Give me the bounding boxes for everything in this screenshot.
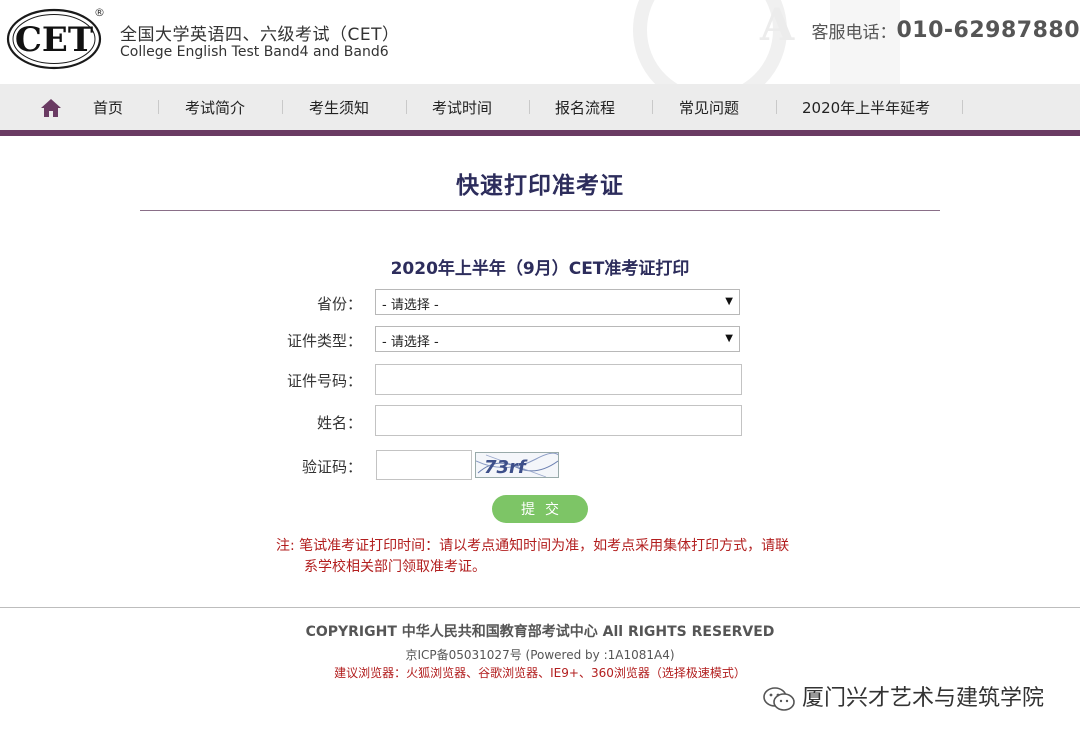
captcha-text: 73rf bbox=[484, 457, 528, 478]
browser-recommendation: 建议浏览器：火狐浏览器、谷歌浏览器、IE9+、360浏览器（选择极速模式） bbox=[334, 666, 746, 680]
registered-mark: ® bbox=[94, 6, 105, 19]
home-icon[interactable] bbox=[40, 98, 62, 118]
copyright: COPYRIGHT 中华人民共和国教育部考试中心 All RIGHTS RESE… bbox=[305, 624, 775, 640]
phone-number: 010-62987880 bbox=[896, 18, 1080, 43]
note-line-1: 注: 笔试准考证打印时间：请以考点通知时间为准，如考点采用集体打印方式，请联 bbox=[276, 538, 790, 554]
id-number-input[interactable] bbox=[375, 364, 742, 395]
customer-service-phone: 客服电话：010-62987880 bbox=[811, 18, 1080, 43]
nav-item-exam-time[interactable]: 考试时间 bbox=[432, 97, 492, 118]
nav-separator bbox=[652, 100, 653, 114]
site-subtitle: College English Test Band4 and Band6 bbox=[120, 44, 389, 60]
watermark-text: 厦门兴才艺术与建筑学院 bbox=[801, 686, 1044, 711]
nav-separator bbox=[406, 100, 407, 114]
phone-label: 客服电话： bbox=[811, 23, 897, 43]
nav-item-home[interactable]: 首页 bbox=[93, 97, 123, 118]
icp-record: 京ICP备05031027号 (Powered by :1A1081A4) bbox=[405, 648, 675, 662]
dropdown-arrow-icon: ▼ bbox=[725, 296, 733, 307]
nav-separator bbox=[158, 100, 159, 114]
province-select-value: - 请选择 - bbox=[382, 298, 439, 313]
captcha-noise: 73rf bbox=[476, 453, 558, 478]
wechat-icon bbox=[763, 687, 795, 711]
id-type-label: 证件类型： bbox=[286, 332, 362, 350]
cet-logo: CET bbox=[6, 8, 102, 70]
nav-separator bbox=[529, 100, 530, 114]
nav-separator bbox=[962, 100, 963, 114]
id-type-select[interactable]: - 请选择 - ▼ bbox=[375, 326, 740, 352]
name-input[interactable] bbox=[375, 405, 742, 436]
nav-item-postponed-exam[interactable]: 2020年上半年延考 bbox=[802, 97, 930, 118]
footer-divider bbox=[0, 607, 1080, 608]
site-title: 全国大学英语四、六级考试（CET） bbox=[120, 25, 400, 45]
province-label: 省份： bbox=[316, 295, 362, 313]
nav-separator bbox=[776, 100, 777, 114]
dropdown-arrow-icon: ▼ bbox=[725, 333, 733, 344]
note-line-2: 系学校相关部门领取准考证。 bbox=[304, 559, 486, 575]
nav-item-exam-intro[interactable]: 考试简介 bbox=[185, 97, 245, 118]
captcha-image[interactable]: 73rf bbox=[475, 452, 559, 478]
title-divider bbox=[140, 210, 940, 211]
province-select[interactable]: - 请选择 - ▼ bbox=[375, 289, 740, 315]
print-time-note: 注: 笔试准考证打印时间：请以考点通知时间为准，如考点采用集体打印方式，请联 系… bbox=[276, 536, 856, 578]
id-number-label: 证件号码： bbox=[286, 372, 362, 390]
submit-button[interactable]: 提交 bbox=[492, 495, 588, 523]
main-nav: 首页 考试简介 考生须知 考试时间 报名流程 常见问题 2020年上半年延考 bbox=[0, 84, 1080, 130]
logo-text: CET bbox=[15, 20, 93, 60]
nav-item-registration-process[interactable]: 报名流程 bbox=[555, 97, 615, 118]
wechat-watermark: 厦门兴才艺术与建筑学院 bbox=[762, 680, 1044, 712]
nav-item-faq[interactable]: 常见问题 bbox=[679, 97, 739, 118]
name-label: 姓名： bbox=[316, 414, 362, 432]
id-type-select-value: - 请选择 - bbox=[382, 335, 439, 350]
svg-text:A: A bbox=[759, 0, 795, 51]
nav-separator bbox=[282, 100, 283, 114]
form-heading: 2020年上半年（9月）CET准考证打印 bbox=[390, 259, 690, 279]
captcha-label: 验证码： bbox=[301, 458, 362, 476]
nav-item-candidate-notice[interactable]: 考生须知 bbox=[309, 97, 369, 118]
site-header: A CET ® 全国大学英语四、六级考试（CET） College Englis… bbox=[0, 0, 1080, 84]
page-title: 快速打印准考证 bbox=[456, 173, 624, 199]
nav-accent-bar bbox=[0, 130, 1080, 136]
captcha-input[interactable] bbox=[376, 450, 472, 480]
